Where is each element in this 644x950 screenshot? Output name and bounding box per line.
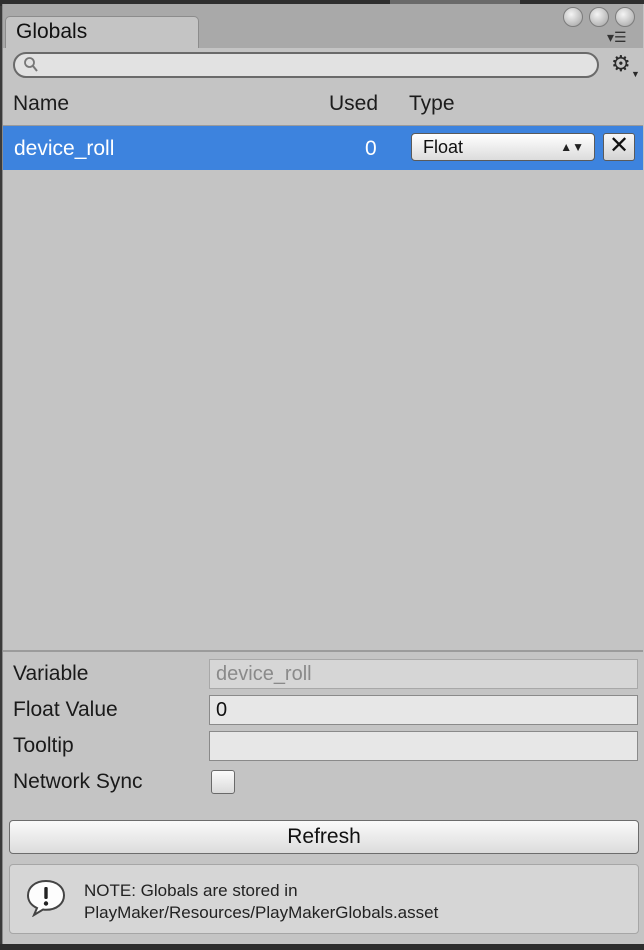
tooltip-label: Tooltip [13, 734, 74, 757]
refresh-button[interactable]: Refresh [9, 820, 639, 854]
speech-bubble-alert-icon [26, 879, 66, 922]
window-button-1[interactable] [563, 7, 583, 27]
gear-icon[interactable]: ⚙ ▼ [611, 53, 640, 80]
type-dropdown[interactable]: Float ▲▼ [411, 133, 595, 161]
tooltip-field[interactable] [209, 731, 638, 761]
note-line-2: PlayMaker/Resources/PlayMakerGlobals.ass… [84, 903, 439, 922]
search-input[interactable] [45, 56, 589, 76]
variable-name-field: device_roll [209, 659, 638, 689]
delete-variable-button[interactable]: ✕ [603, 133, 635, 161]
column-header-name[interactable]: Name [13, 92, 69, 116]
note-line-1: NOTE: Globals are stored in [84, 881, 298, 900]
window-button-2[interactable] [589, 7, 609, 27]
table-row[interactable]: device_roll 0 Float ▲▼ ✕ [3, 126, 643, 170]
updown-arrows-icon: ▲▼ [560, 140, 584, 154]
network-sync-label: Network Sync [13, 770, 143, 793]
note-text: NOTE: Globals are stored in PlayMaker/Re… [84, 880, 438, 924]
float-value-label: Float Value [13, 698, 118, 721]
section-divider [3, 650, 643, 652]
note-box: NOTE: Globals are stored in PlayMaker/Re… [9, 864, 639, 934]
variable-label: Variable [13, 662, 89, 685]
background-strip-bottom [0, 944, 644, 950]
search-bar: ⚙ ▼ [3, 48, 643, 84]
tab-globals[interactable]: Globals [5, 16, 199, 48]
search-field[interactable] [13, 52, 599, 78]
float-value-field[interactable]: 0 [209, 695, 638, 725]
network-sync-checkbox[interactable] [211, 770, 235, 794]
variable-name-cell: device_roll [14, 137, 115, 160]
close-icon: ✕ [608, 132, 630, 159]
table-header: Name Used Type [3, 88, 643, 126]
globals-window: Globals ▾☰ ⚙ ▼ Name Used Type device_roll… [2, 4, 644, 944]
column-header-type[interactable]: Type [409, 92, 455, 116]
window-button-3[interactable] [615, 7, 635, 27]
used-count-cell: 0 [365, 137, 377, 160]
panel-menu-icon[interactable]: ▾☰ [607, 30, 627, 44]
tab-bar: Globals ▾☰ [3, 4, 643, 48]
magnifier-icon [23, 56, 39, 79]
column-header-used[interactable]: Used [329, 92, 378, 116]
type-dropdown-value: Float [423, 137, 464, 157]
gear-dropdown-caret-icon: ▼ [631, 69, 640, 79]
